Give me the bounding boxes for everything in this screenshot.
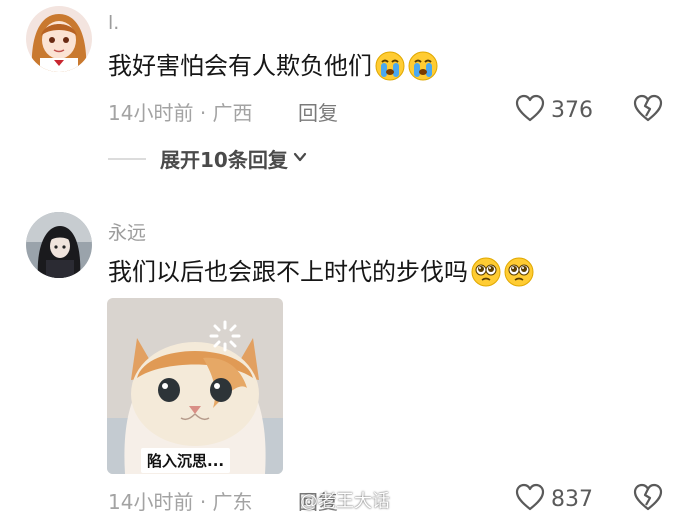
broken-heart-icon <box>633 94 663 126</box>
timestamp: 14小时前 <box>108 101 194 125</box>
avatar[interactable] <box>26 6 92 72</box>
divider <box>108 157 146 160</box>
pleading-face-emoji <box>471 257 501 287</box>
comment-text: 我们以后也会跟不上时代的步伐吗 <box>108 256 534 288</box>
avatar[interactable] <box>26 212 92 278</box>
like-count: 837 <box>551 486 593 512</box>
image-caption: 陷入沉思... <box>141 448 231 473</box>
comment-body: 我们以后也会跟不上时代的步伐吗 <box>108 258 468 286</box>
heart-outline-icon <box>515 94 545 126</box>
location: 广西 <box>212 101 253 125</box>
like-count: 376 <box>551 97 593 123</box>
heart-outline-icon <box>515 483 545 515</box>
crying-face-emoji <box>408 51 438 81</box>
pleading-face-emoji <box>504 257 534 287</box>
like-button[interactable]: 376 <box>515 94 593 126</box>
expand-replies-button[interactable]: 展开10条回复 <box>108 144 308 173</box>
comment-body: 我好害怕会有人欺负他们 <box>108 52 372 80</box>
comment-meta: 14小时前 · 广西 <box>108 97 253 126</box>
dislike-button[interactable] <box>633 483 663 515</box>
expand-replies-label: 展开10条回复 <box>160 148 288 172</box>
comment-text: 我好害怕会有人欺负他们 <box>108 50 438 82</box>
reply-button[interactable]: 回复 <box>298 97 338 126</box>
like-button[interactable]: 837 <box>515 483 593 515</box>
timestamp: 14小时前 <box>108 490 194 514</box>
chevron-down-icon <box>292 149 308 169</box>
location: 广东 <box>212 490 253 514</box>
comment-meta: 14小时前 · 广东 <box>108 486 253 515</box>
crying-face-emoji <box>375 51 405 81</box>
comment-image[interactable]: 陷入沉思... <box>107 298 283 474</box>
meta-separator: · <box>199 101 213 125</box>
username[interactable]: 永远 <box>108 218 146 245</box>
dislike-button[interactable] <box>633 94 663 126</box>
broken-heart-icon <box>633 483 663 515</box>
meta-separator: · <box>199 490 213 514</box>
username[interactable]: l. <box>108 12 119 34</box>
watermark: @老王大话 <box>300 491 390 512</box>
